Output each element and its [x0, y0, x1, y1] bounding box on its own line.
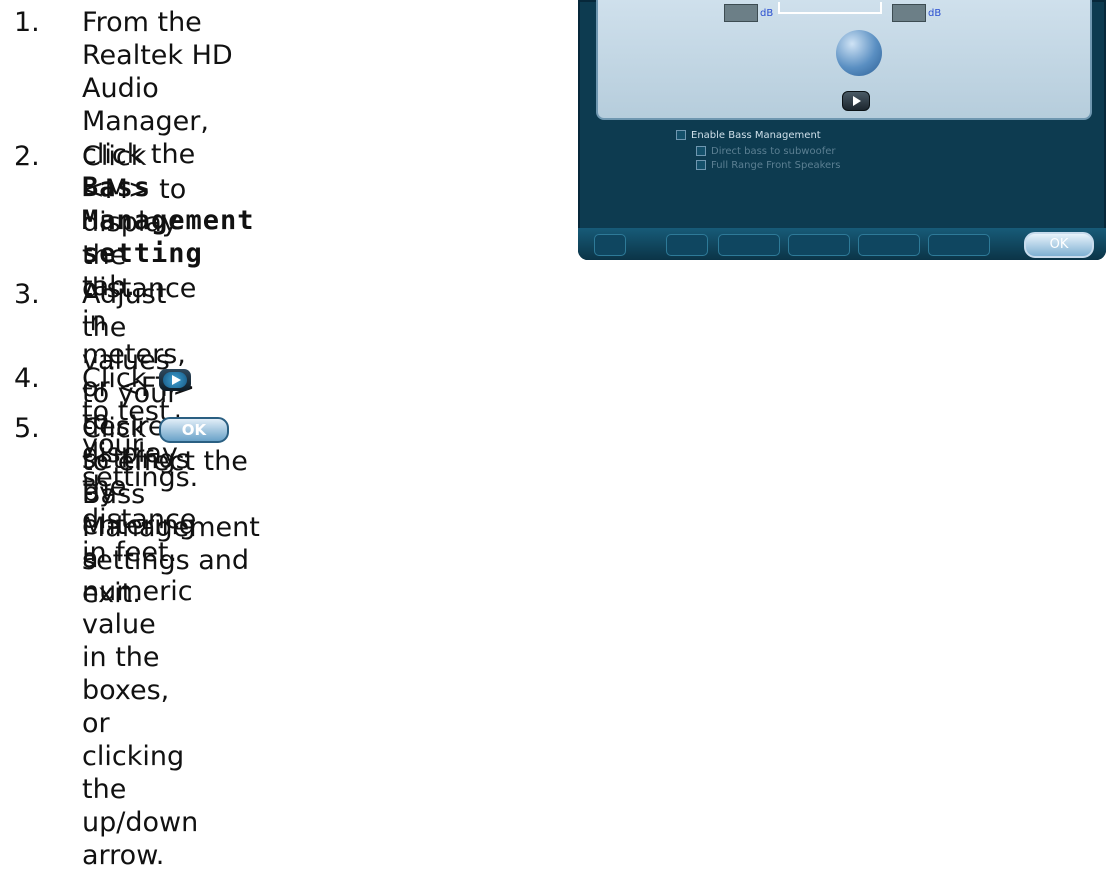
db-input-right[interactable]	[892, 4, 926, 22]
sub-option-2[interactable]: Full Range Front Speakers	[696, 160, 841, 171]
step-number: 5.	[14, 413, 40, 444]
toolbar-info-icon[interactable]	[666, 234, 708, 256]
step-number: 2.	[14, 141, 40, 172]
volume-knob[interactable]	[836, 30, 882, 76]
sub-option-1[interactable]: Direct bass to subwoofer	[696, 146, 836, 157]
step-number: 4.	[14, 363, 40, 394]
toolbar-tab[interactable]	[928, 234, 990, 256]
checkbox-label: Full Range Front Speakers	[711, 160, 841, 171]
step-text: to effect the Bass Management settings a…	[82, 446, 260, 609]
toolbar-tab[interactable]	[788, 234, 850, 256]
step-text: Click	[82, 413, 155, 444]
toolbar-tab[interactable]	[858, 234, 920, 256]
ok-button[interactable]: OK	[1024, 232, 1094, 258]
step-number: 1.	[14, 7, 40, 38]
bass-settings-area: dB dB	[596, 0, 1092, 120]
db-label: dB	[928, 8, 942, 19]
checkbox-label: Enable Bass Management	[691, 130, 821, 141]
step-number: 3.	[14, 279, 40, 310]
step-text: in the boxes, or clicking the up/down ar…	[82, 642, 199, 871]
checkbox[interactable]	[696, 160, 706, 170]
slider-track[interactable]	[778, 2, 882, 14]
checkbox[interactable]	[676, 130, 686, 140]
step-text: Click	[82, 363, 155, 394]
play-icon	[158, 368, 191, 391]
realtek-screenshot: dB dB Enable Bass Management Direct bass…	[578, 0, 1106, 260]
step-text: From the Realtek HD Audio	[82, 7, 233, 104]
checkbox[interactable]	[696, 146, 706, 156]
toolbar-left-icon[interactable]	[594, 234, 626, 256]
step-text: Click <M> to display the	[82, 141, 187, 271]
enable-bass-management[interactable]: Enable Bass Management	[676, 130, 821, 141]
ok-icon: OK	[158, 416, 229, 443]
db-label: dB	[760, 8, 774, 19]
checkbox-label: Direct bass to subwoofer	[711, 146, 836, 157]
play-test-button[interactable]	[842, 91, 870, 111]
db-input-left[interactable]	[724, 4, 758, 22]
toolbar-tab[interactable]	[718, 234, 780, 256]
